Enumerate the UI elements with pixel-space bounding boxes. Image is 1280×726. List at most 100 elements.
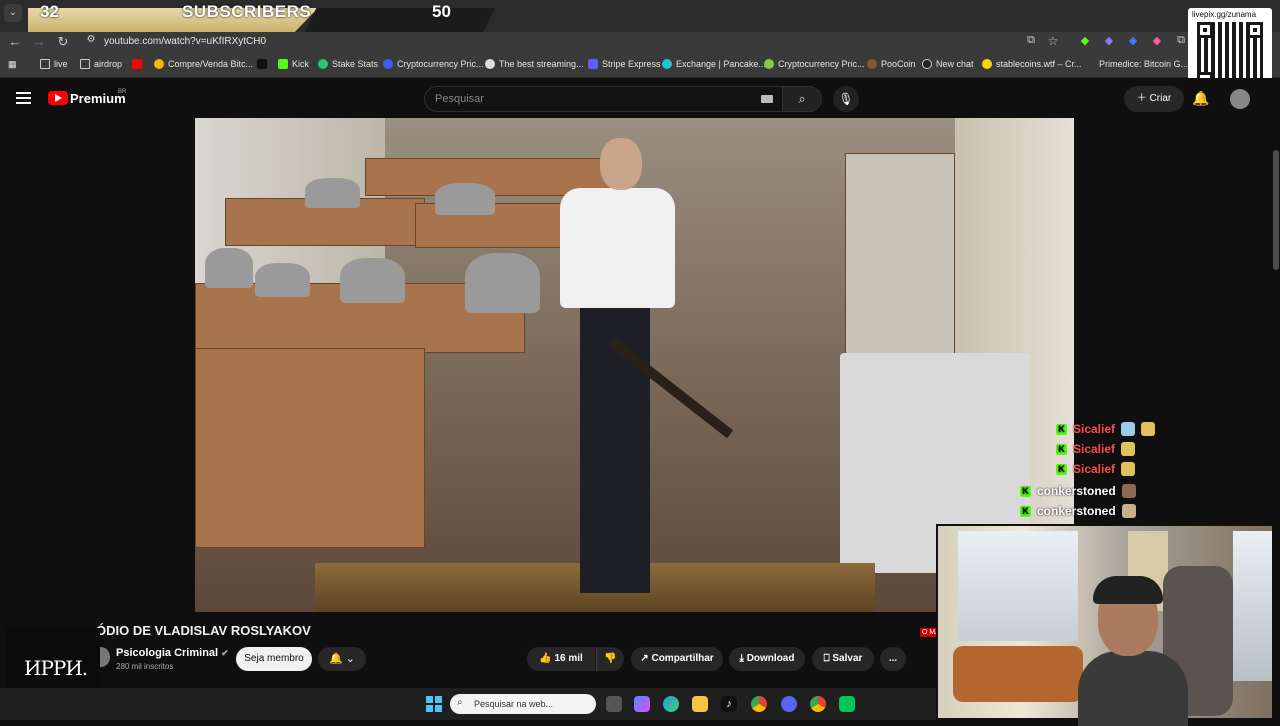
bookmark-item[interactable]: Compre/Venda Bitc... <box>154 59 253 69</box>
dislike-button[interactable]: 👎 <box>596 647 624 671</box>
bookmark-item[interactable]: Stake Stats <box>318 59 378 69</box>
coingecko-icon <box>764 59 774 69</box>
bookmark-item[interactable]: PooCoin <box>867 59 916 69</box>
account-avatar[interactable] <box>1230 89 1250 109</box>
chevron-down-icon: ⌄ <box>345 653 355 665</box>
create-button[interactable]: ＋ Criar <box>1124 86 1184 112</box>
streamer <box>1078 576 1188 726</box>
apps-grid-icon[interactable]: ▦ <box>8 59 17 70</box>
subscriber-label: SUBSCRIBERS <box>182 2 312 21</box>
stake-icon <box>257 59 267 69</box>
youtube-icon <box>132 59 142 69</box>
primedice-icon <box>1085 59 1095 69</box>
verified-check-icon: ✔ <box>221 648 229 658</box>
bookmark-item[interactable]: airdrop <box>80 59 122 69</box>
chrome-profile-icon[interactable] <box>810 696 826 712</box>
file-explorer-icon[interactable] <box>692 696 708 712</box>
bookmark-item[interactable]: live <box>40 59 68 69</box>
bookmark-item[interactable]: Primedice: Bitcoin G... <box>1085 59 1188 69</box>
windows-start-icon[interactable] <box>426 696 442 712</box>
share-button[interactable]: ↗ Compartilhar <box>631 647 723 671</box>
like-button[interactable]: 👍 16 mil <box>527 647 595 671</box>
bookmark-item[interactable]: Kick <box>278 59 309 69</box>
webcam-sofa <box>953 646 1083 702</box>
channel-name[interactable]: Psicologia Criminal ✔ <box>116 647 229 659</box>
copilot-icon[interactable] <box>634 696 650 712</box>
discord-icon[interactable] <box>781 696 797 712</box>
video-scene-desk <box>195 348 425 548</box>
bookmark-item[interactable]: stablecoins.wtf – Cr... <box>982 59 1082 69</box>
bookmark-star-icon[interactable]: ☆ <box>1044 34 1062 48</box>
edge-icon[interactable] <box>663 696 679 712</box>
chat-message: K Sicalief <box>1056 422 1156 436</box>
streamer-cap <box>1093 576 1163 604</box>
search-input[interactable]: Pesquisar <box>424 86 784 112</box>
video-scene-person-shirt <box>560 188 675 308</box>
video-scene-chair <box>205 248 253 288</box>
kick-badge-icon: K <box>1056 443 1067 455</box>
bookmark-icon: ⎕ <box>823 653 830 664</box>
voice-search-mic-icon[interactable]: 🎙 <box>833 86 859 112</box>
bookmark-item[interactable] <box>257 59 267 69</box>
extension-icon[interactable]: ◆ <box>1076 34 1094 47</box>
download-icon: ⤓ <box>739 653 744 664</box>
bookmark-item[interactable]: Cryptocurrency Pric... <box>383 59 484 69</box>
app-icon[interactable] <box>839 696 855 712</box>
search-button[interactable]: ⌕ <box>782 86 822 112</box>
save-button[interactable]: ⎕ Salvar <box>812 647 874 671</box>
keyboard-icon[interactable] <box>761 95 773 103</box>
site-info-icon[interactable]: ⚙ <box>82 34 100 45</box>
task-view-icon[interactable] <box>606 696 622 712</box>
folder-icon <box>40 59 50 69</box>
download-button[interactable]: ⤓ Download <box>729 647 805 671</box>
chat-message: K conkerstoned <box>1020 504 1136 518</box>
more-actions-button[interactable]: ... <box>880 647 906 671</box>
folder-icon <box>80 59 90 69</box>
kick-badge-icon: K <box>1056 463 1067 475</box>
chat-emote-icon <box>1121 484 1136 498</box>
webcam-overlay <box>936 524 1280 726</box>
kick-badge-icon: K <box>1020 505 1031 517</box>
taskbar-search-input[interactable]: Pesquisar na web... <box>450 694 596 714</box>
youtube-logo-icon[interactable] <box>48 91 68 105</box>
qr-label: livepix.gg/zunama <box>1192 10 1257 19</box>
video-scene-chair <box>435 183 495 215</box>
kick-icon <box>278 59 288 69</box>
share-icon: ↗ <box>640 653 649 664</box>
bookmark-item[interactable]: Exchange | Pancake... <box>662 59 766 69</box>
bookmark-item[interactable]: New chat <box>922 59 974 69</box>
stripe-icon <box>588 59 598 69</box>
notifications-bell-icon[interactable]: 🔔 <box>1192 90 1209 107</box>
bell-icon: 🔔 <box>329 653 343 665</box>
poocoin-icon <box>867 59 877 69</box>
scrollbar-thumb[interactable] <box>1273 150 1279 270</box>
back-arrow-icon[interactable]: ← <box>6 34 24 49</box>
install-app-icon[interactable]: ⧉ <box>1022 34 1040 47</box>
bookmark-item[interactable]: Cryptocurrency Pric... <box>764 59 865 69</box>
bookmark-item[interactable] <box>132 59 142 69</box>
sidebar-strip <box>0 612 96 628</box>
coinmarketcap-icon <box>383 59 393 69</box>
forward-arrow-icon[interactable]: → <box>30 34 48 49</box>
subscriber-count: 32 <box>40 2 59 21</box>
extension-icon[interactable]: ◆ <box>1148 34 1166 47</box>
menu-hamburger-icon[interactable] <box>16 92 31 104</box>
reload-icon[interactable]: ↻ <box>54 34 72 50</box>
url-field[interactable]: youtube.com/watch?v=uKfIRXytCH0 <box>104 36 266 47</box>
search-icon: ⌕ <box>457 697 463 708</box>
webcam-window <box>958 531 1078 641</box>
streaming-icon <box>485 59 495 69</box>
extension-icon[interactable]: ◆ <box>1100 34 1118 47</box>
notification-settings-button[interactable]: 🔔 ⌄ <box>318 647 366 671</box>
chat-username: Sicalief <box>1073 442 1116 456</box>
bookmark-item[interactable]: The best streaming... <box>485 59 584 69</box>
binance-icon <box>154 59 164 69</box>
bookmark-item[interactable]: Stripe Express <box>588 59 661 69</box>
join-membership-button[interactable]: Seja membro <box>236 647 312 671</box>
extension-icon[interactable]: ◆ <box>1124 34 1142 47</box>
chat-emote-icon <box>1121 462 1136 476</box>
chat-username: conkerstoned <box>1037 504 1116 518</box>
chrome-icon[interactable] <box>751 696 767 712</box>
tiktok-icon[interactable]: ♪ <box>721 696 737 712</box>
stream-logo: ИРРИ. <box>24 656 88 680</box>
